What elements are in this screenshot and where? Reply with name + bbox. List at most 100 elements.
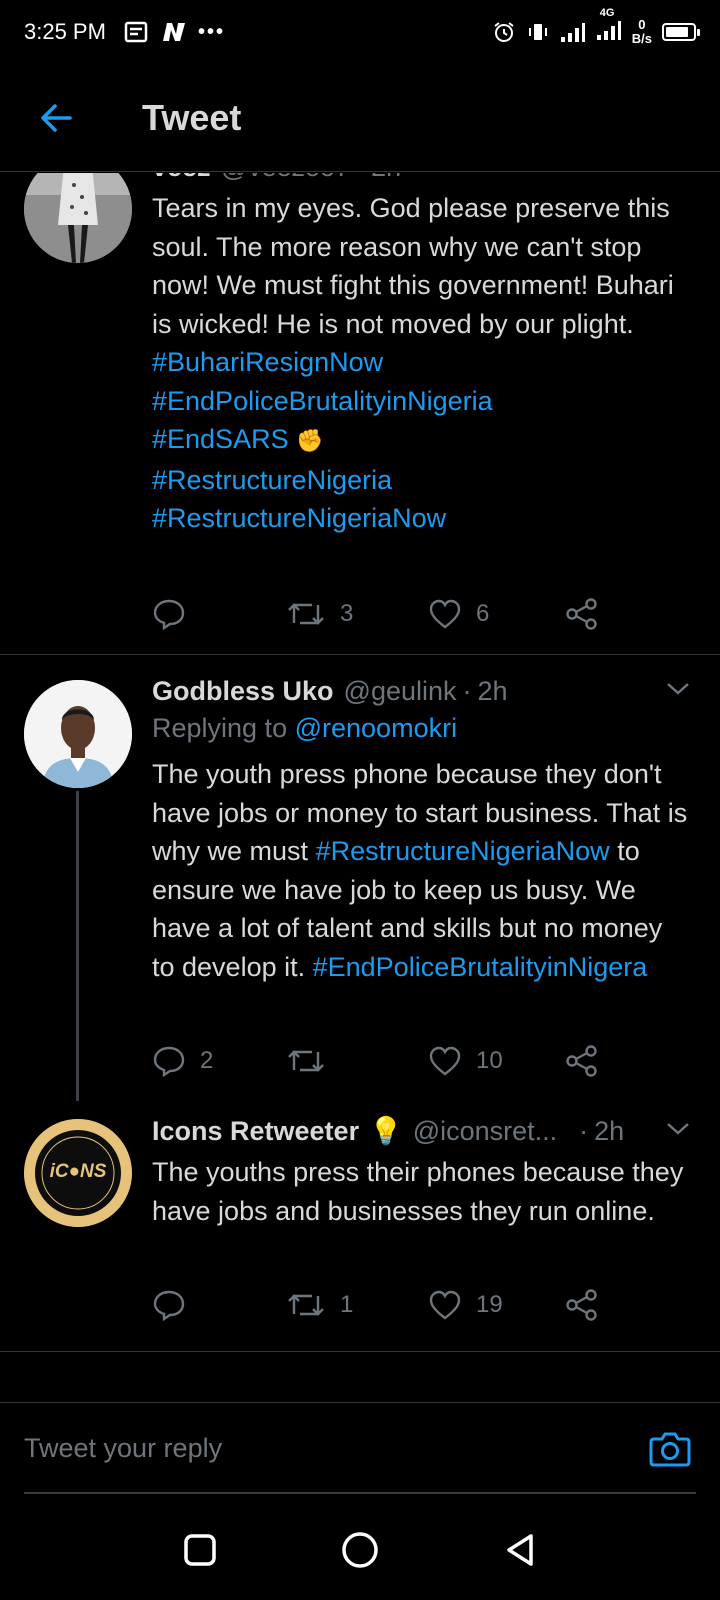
reply-button[interactable]: 2 xyxy=(152,1041,213,1081)
tweet-godbless-uko[interactable]: Godbless Uko @geulink · 2h Replying to @… xyxy=(0,655,720,1105)
like-count: 6 xyxy=(476,600,490,627)
retweet-button[interactable] xyxy=(286,1041,340,1081)
net-speed: 0 B/s xyxy=(632,18,652,46)
comment-icon xyxy=(153,1290,185,1322)
tweet-header: Icons Retweeter 💡 @iconsret... · 2h xyxy=(152,1111,692,1151)
tweet-body: Icons Retweeter 💡 @iconsret... · 2h The … xyxy=(152,1111,692,1230)
signal-4g: 4G xyxy=(596,7,622,46)
tweet-text: The youths press their phones because th… xyxy=(152,1153,692,1230)
share-button[interactable] xyxy=(564,1041,600,1081)
reply-count: 2 xyxy=(200,1047,214,1074)
chevron-down-icon[interactable] xyxy=(664,173,692,179)
like-button[interactable]: 6 xyxy=(428,594,489,634)
page-title: Tweet xyxy=(142,96,242,138)
tweet-text-content: The youths press their phones because th… xyxy=(152,1157,684,1226)
share-button[interactable] xyxy=(564,1285,600,1325)
tweet-actions: 1 19 xyxy=(152,1285,632,1325)
n-app-icon xyxy=(162,23,185,41)
vibrate-icon xyxy=(528,24,547,40)
tweet-feed[interactable]: veez @veezoo7 · 2h Tears in my eyes. God… xyxy=(0,173,720,1373)
news-app-icon xyxy=(124,21,148,43)
chevron-down-icon[interactable] xyxy=(664,675,692,703)
signal-icon-1 xyxy=(560,23,585,42)
tweet-time: 2h xyxy=(371,173,401,183)
more-notifications-icon: ••• xyxy=(197,20,225,43)
lightbulb-emoji: 💡 xyxy=(369,1116,403,1146)
hashtag[interactable]: #EndSARS xyxy=(152,424,289,454)
retweet-button[interactable]: 1 xyxy=(286,1285,353,1325)
recent-apps-button[interactable] xyxy=(170,1520,230,1580)
separator-dot: · xyxy=(579,1115,589,1146)
tweet-icons-retweeter[interactable]: iC●NS Icons Retweeter 💡 @iconsret... · 2… xyxy=(0,1105,720,1355)
avatar[interactable] xyxy=(24,680,132,788)
chevron-down-icon[interactable] xyxy=(664,1115,692,1143)
like-count: 19 xyxy=(476,1291,503,1318)
mention-link[interactable]: @renoomokri xyxy=(295,713,457,743)
author-handle[interactable]: @iconsret... xyxy=(413,1116,557,1147)
reply-button[interactable] xyxy=(152,1285,200,1325)
back-button[interactable] xyxy=(26,88,86,148)
alarm-icon xyxy=(494,22,514,42)
tweet-text-content: Tears in my eyes. God please preserve th… xyxy=(152,193,674,339)
hashtag[interactable]: #RestructureNigeria xyxy=(152,465,392,495)
author-handle[interactable]: @geulink xyxy=(344,676,457,707)
hashtag[interactable]: #RestructureNigeriaNow xyxy=(152,503,446,533)
retweet-count: 1 xyxy=(340,1291,354,1318)
share-button[interactable] xyxy=(564,594,600,634)
tweet-actions: 3 6 xyxy=(152,594,632,634)
hashtag[interactable]: #RestructureNigeriaNow xyxy=(316,836,610,866)
status-time: 3:25 PM xyxy=(24,19,106,44)
avatar[interactable]: iC●NS xyxy=(24,1119,132,1227)
net-speed-unit: B/s xyxy=(631,31,652,46)
avatar-photo-icon xyxy=(24,680,132,788)
tweet-header: veez @veezoo7 · 2h xyxy=(152,173,692,187)
separator-dot: · xyxy=(462,675,472,706)
reply-input[interactable] xyxy=(24,1433,584,1464)
retweet-count: 3 xyxy=(340,600,354,627)
avatar-logo-text: iC●NS xyxy=(49,1161,107,1182)
author-name[interactable]: veez xyxy=(152,173,211,183)
reply-bar xyxy=(0,1402,720,1496)
heart-icon xyxy=(429,599,461,629)
square-icon xyxy=(184,1534,216,1566)
back-nav-button[interactable] xyxy=(490,1520,550,1580)
battery-level xyxy=(666,27,688,37)
status-bar: 3:25 PM ••• 4G 0 B/s xyxy=(0,0,720,64)
hashtag[interactable]: #BuhariResignNow xyxy=(152,347,383,377)
camera-button[interactable] xyxy=(648,1427,692,1471)
hashtag[interactable]: #EndPoliceBrutalityinNigeria xyxy=(152,386,493,416)
comment-icon xyxy=(153,1046,185,1078)
tweet-text: Tears in my eyes. God please preserve th… xyxy=(152,189,692,538)
status-right: 4G 0 B/s xyxy=(492,7,700,46)
tweet-header: Godbless Uko @geulink · 2h xyxy=(152,671,692,711)
reply-underline xyxy=(24,1492,696,1494)
thread-line xyxy=(76,791,79,1101)
home-button[interactable] xyxy=(330,1520,390,1580)
tweet-body: veez @veezoo7 · 2h Tears in my eyes. God… xyxy=(152,173,692,538)
author-name[interactable]: Godbless Uko xyxy=(152,676,334,707)
like-button[interactable]: 10 xyxy=(428,1041,503,1081)
circle-icon xyxy=(342,1532,378,1568)
share-icon xyxy=(566,598,597,630)
retweet-icon xyxy=(288,1294,324,1316)
reply-button[interactable] xyxy=(152,594,200,634)
camera-icon xyxy=(649,1432,691,1467)
author-handle[interactable]: @veezoo7 xyxy=(221,173,351,183)
retweet-button[interactable]: 3 xyxy=(286,594,353,634)
network-type: 4G xyxy=(599,6,615,19)
like-button[interactable]: 19 xyxy=(428,1285,503,1325)
arrow-left-icon xyxy=(41,103,72,132)
signal-icon-2 xyxy=(596,20,621,40)
retweet-icon xyxy=(288,1050,324,1072)
battery-icon xyxy=(662,23,700,41)
net-speed-value: 0 xyxy=(638,17,646,32)
avatar[interactable] xyxy=(24,173,132,263)
heart-icon xyxy=(429,1046,461,1076)
author-name[interactable]: Icons Retweeter xyxy=(152,1116,359,1147)
raised-fist-emoji: ✊ xyxy=(296,428,324,453)
comment-icon xyxy=(153,599,185,631)
notification-icons: ••• xyxy=(124,21,225,44)
hashtag[interactable]: #EndPoliceBrutalityinNigera xyxy=(313,952,648,982)
tweet-veez[interactable]: veez @veezoo7 · 2h Tears in my eyes. God… xyxy=(0,173,720,655)
replying-to: Replying to @renoomokri xyxy=(152,713,692,753)
